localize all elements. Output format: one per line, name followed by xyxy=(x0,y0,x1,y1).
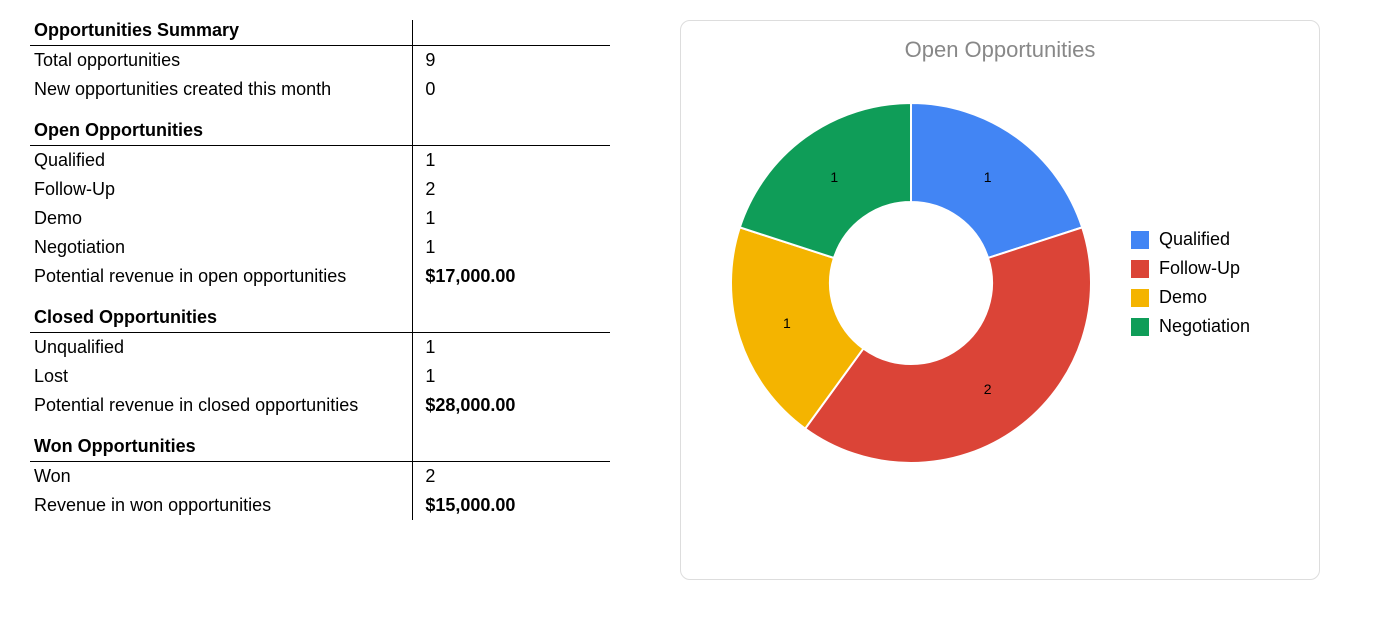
section-heading: Won Opportunities xyxy=(30,420,610,462)
table-row: Unqualified1 xyxy=(30,333,610,363)
table-row: Qualified1 xyxy=(30,146,610,176)
table-row: Negotiation1 xyxy=(30,233,610,262)
slice-label: 2 xyxy=(984,381,992,397)
section-heading-spacer xyxy=(413,291,610,333)
section-heading-label: Won Opportunities xyxy=(30,420,413,462)
legend-item: Follow-Up xyxy=(1131,258,1250,279)
row-label: Revenue in won opportunities xyxy=(30,491,413,520)
row-label: Potential revenue in open opportunities xyxy=(30,262,413,291)
table-row: Total opportunities9 xyxy=(30,46,610,76)
chart-card: Open Opportunities 1 2 1 1 Qualified Follow-… xyxy=(680,20,1320,580)
section-heading-label: Opportunities Summary xyxy=(30,20,413,46)
row-value: $15,000.00 xyxy=(413,491,610,520)
legend-swatch xyxy=(1131,289,1149,307)
legend-swatch xyxy=(1131,318,1149,336)
donut-chart: 1 2 1 1 xyxy=(701,73,1121,493)
section-heading-spacer xyxy=(413,20,610,46)
summary-table: Opportunities SummaryTotal opportunities… xyxy=(30,20,610,520)
section-heading-spacer xyxy=(413,104,610,146)
section-heading: Closed Opportunities xyxy=(30,291,610,333)
section-heading-spacer xyxy=(413,420,610,462)
slice-label: 1 xyxy=(984,169,992,185)
legend-swatch xyxy=(1131,231,1149,249)
row-value: $28,000.00 xyxy=(413,391,610,420)
page: Opportunities SummaryTotal opportunities… xyxy=(0,0,1400,619)
donut-svg xyxy=(701,73,1121,493)
row-value: $17,000.00 xyxy=(413,262,610,291)
section-heading-label: Closed Opportunities xyxy=(30,291,413,333)
chart-body: 1 2 1 1 Qualified Follow-Up Demo Negotiation xyxy=(701,73,1299,493)
row-label: Won xyxy=(30,462,413,492)
legend-label: Demo xyxy=(1159,287,1207,308)
chart-panel: Open Opportunities 1 2 1 1 Qualified Follow-… xyxy=(630,20,1370,599)
donut-slice-negotiation xyxy=(740,103,911,258)
table-row: Follow-Up2 xyxy=(30,175,610,204)
summary-panel: Opportunities SummaryTotal opportunities… xyxy=(30,20,630,599)
legend-swatch xyxy=(1131,260,1149,278)
legend-label: Qualified xyxy=(1159,229,1230,250)
slice-label: 1 xyxy=(783,315,791,331)
table-row: New opportunities created this month0 xyxy=(30,75,610,104)
table-row: Potential revenue in open opportunities$… xyxy=(30,262,610,291)
row-value: 1 xyxy=(413,362,610,391)
row-label: Demo xyxy=(30,204,413,233)
row-label: Unqualified xyxy=(30,333,413,363)
row-label: Qualified xyxy=(30,146,413,176)
row-label: Potential revenue in closed opportunitie… xyxy=(30,391,413,420)
row-value: 9 xyxy=(413,46,610,76)
row-value: 1 xyxy=(413,204,610,233)
row-value: 2 xyxy=(413,462,610,492)
table-row: Demo1 xyxy=(30,204,610,233)
row-value: 1 xyxy=(413,233,610,262)
table-row: Potential revenue in closed opportunitie… xyxy=(30,391,610,420)
row-label: Lost xyxy=(30,362,413,391)
row-label: Total opportunities xyxy=(30,46,413,76)
table-row: Revenue in won opportunities$15,000.00 xyxy=(30,491,610,520)
legend-label: Follow-Up xyxy=(1159,258,1240,279)
legend-item: Demo xyxy=(1131,287,1250,308)
section-heading-label: Open Opportunities xyxy=(30,104,413,146)
chart-title: Open Opportunities xyxy=(701,37,1299,63)
row-label: Negotiation xyxy=(30,233,413,262)
row-value: 1 xyxy=(413,333,610,363)
legend-item: Negotiation xyxy=(1131,316,1250,337)
legend-label: Negotiation xyxy=(1159,316,1250,337)
row-label: New opportunities created this month xyxy=(30,75,413,104)
table-row: Lost1 xyxy=(30,362,610,391)
row-label: Follow-Up xyxy=(30,175,413,204)
row-value: 0 xyxy=(413,75,610,104)
slice-label: 1 xyxy=(830,169,838,185)
row-value: 2 xyxy=(413,175,610,204)
section-heading: Open Opportunities xyxy=(30,104,610,146)
section-heading: Opportunities Summary xyxy=(30,20,610,46)
table-row: Won2 xyxy=(30,462,610,492)
row-value: 1 xyxy=(413,146,610,176)
chart-legend: Qualified Follow-Up Demo Negotiation xyxy=(1131,221,1250,345)
legend-item: Qualified xyxy=(1131,229,1250,250)
